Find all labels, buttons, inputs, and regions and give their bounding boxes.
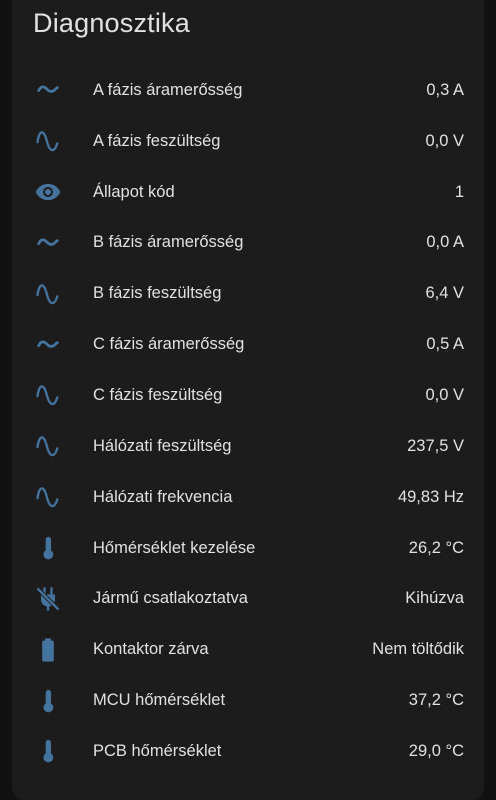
entity-value: 0,0 V bbox=[425, 131, 464, 150]
entity-row[interactable]: Hálózati frekvencia 49,83 Hz bbox=[12, 472, 484, 523]
entity-label: B fázis feszültség bbox=[93, 284, 222, 303]
entity-row[interactable]: Kontaktor zárva Nem töltődik bbox=[12, 624, 484, 675]
thermometer-icon bbox=[34, 737, 62, 765]
battery-icon bbox=[34, 636, 62, 664]
entity-label: Hőmérséklet kezelése bbox=[93, 538, 256, 557]
current-ac-icon bbox=[34, 331, 62, 359]
current-ac-icon bbox=[34, 229, 62, 257]
entity-row[interactable]: A fázis feszültség 0,0 V bbox=[12, 116, 484, 167]
eye-icon bbox=[34, 178, 62, 206]
entity-label: Állapot kód bbox=[93, 182, 175, 201]
entity-row[interactable]: B fázis áramerősség 0,0 A bbox=[12, 218, 484, 269]
entity-value: 0,5 A bbox=[426, 335, 464, 354]
entity-label: C fázis feszültség bbox=[93, 385, 223, 404]
entity-value: Kihúzva bbox=[405, 589, 464, 608]
sine-wave-icon bbox=[34, 483, 62, 511]
entity-row[interactable]: A fázis áramerősség 0,3 A bbox=[12, 65, 484, 116]
entity-value: 6,4 V bbox=[425, 284, 464, 303]
entity-value: 0,0 A bbox=[426, 233, 464, 252]
diagnostics-card: Diagnosztika A fázis áramerősség 0,3 A A… bbox=[12, 0, 484, 800]
entity-value: 1 bbox=[454, 182, 464, 201]
thermometer-icon bbox=[34, 687, 62, 715]
entity-label: PCB hőmérséklet bbox=[93, 741, 222, 760]
sine-wave-icon bbox=[34, 381, 62, 409]
entity-row[interactable]: C fázis feszültség 0,0 V bbox=[12, 370, 484, 421]
entity-value: Nem töltődik bbox=[372, 640, 464, 659]
entity-row[interactable]: B fázis feszültség 6,4 V bbox=[12, 268, 484, 319]
power-plug-off-icon bbox=[34, 585, 62, 613]
entity-value: 49,83 Hz bbox=[397, 487, 464, 506]
entity-label: A fázis áramerősség bbox=[93, 80, 243, 99]
entity-label: C fázis áramerősség bbox=[93, 335, 245, 354]
entity-value: 29,0 °C bbox=[408, 741, 464, 760]
current-ac-icon bbox=[34, 76, 62, 104]
card-title: Diagnosztika bbox=[33, 8, 190, 38]
sine-wave-icon bbox=[34, 280, 62, 308]
entity-label: Hálózati feszültség bbox=[93, 436, 232, 455]
entity-row[interactable]: Jármű csatlakoztatva Kihúzva bbox=[12, 573, 484, 624]
entity-label: MCU hőmérséklet bbox=[93, 691, 226, 710]
entity-value: 0,0 V bbox=[425, 385, 464, 404]
entity-row[interactable]: MCU hőmérséklet 37,2 °C bbox=[12, 675, 484, 726]
entity-label: Jármű csatlakoztatva bbox=[93, 589, 248, 608]
entity-row[interactable]: Hálózati feszültség 237,5 V bbox=[12, 421, 484, 472]
sine-wave-icon bbox=[34, 127, 62, 155]
entity-label: B fázis áramerősség bbox=[93, 233, 244, 252]
entity-label: A fázis feszültség bbox=[93, 131, 221, 150]
entity-row[interactable]: C fázis áramerősség 0,5 A bbox=[12, 319, 484, 370]
entity-value: 37,2 °C bbox=[408, 691, 464, 710]
entity-value: 0,3 A bbox=[426, 80, 464, 99]
thermometer-icon bbox=[34, 534, 62, 562]
entity-row[interactable]: Állapot kód 1 bbox=[12, 167, 484, 218]
entity-label: Hálózati frekvencia bbox=[93, 487, 233, 506]
entity-row[interactable]: Hőmérséklet kezelése 26,2 °C bbox=[12, 523, 484, 574]
entity-label: Kontaktor zárva bbox=[93, 640, 209, 659]
entity-value: 237,5 V bbox=[407, 436, 464, 455]
entity-row[interactable]: PCB hőmérséklet 29,0 °C bbox=[12, 726, 484, 777]
entity-value: 26,2 °C bbox=[408, 538, 464, 557]
sine-wave-icon bbox=[34, 432, 62, 460]
entity-list: A fázis áramerősség 0,3 A A fázis feszül… bbox=[12, 65, 484, 777]
